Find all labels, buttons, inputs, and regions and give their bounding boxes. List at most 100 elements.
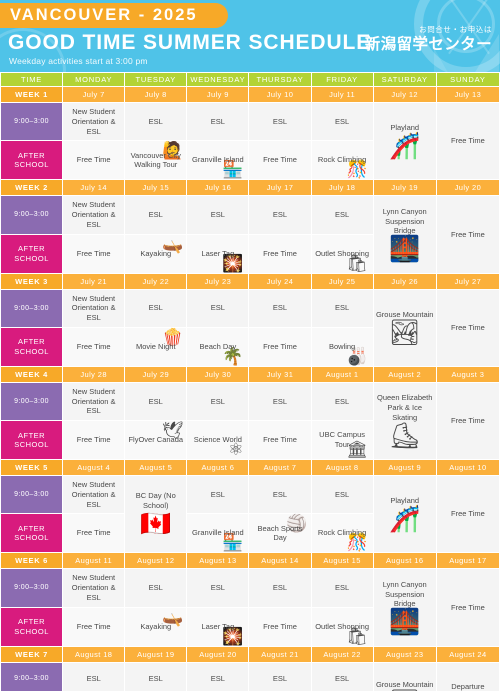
afterschool-cell: 🏪 Granville Island	[186, 513, 250, 554]
afterschool-activity-label: Free Time	[263, 155, 297, 165]
date-cell: August 14	[248, 552, 312, 570]
date-cell: July 20	[435, 179, 500, 197]
afterschool-cell: Free Time	[62, 606, 126, 647]
afterschool-activity-label: Laser Tag	[201, 248, 235, 258]
afterschool-cell: 🏪 Granville Island	[186, 140, 250, 181]
morning-activity-label: ESL	[335, 303, 350, 313]
morning-cell: ESL	[310, 288, 374, 328]
afterschool-cell: 🎊 Rock Climbing	[310, 140, 374, 181]
sunday-cell: Free Time	[435, 101, 500, 181]
date-cell: August 5	[124, 459, 188, 476]
week-label: WEEK 5	[0, 459, 64, 476]
morning-activity-label: ESL	[335, 116, 350, 126]
page-title: GOOD TIME SUMMER SCHEDULE	[8, 31, 372, 54]
afterschool-activity-label: Free Time	[263, 341, 297, 351]
week-band-row: WEEK 4 July 28 July 29 July 30 July 31 August…	[0, 365, 500, 383]
week-band-row: WEEK 2 July 14 July 15 July 16 July 17 July 1…	[0, 179, 500, 197]
afterschool-cell: 🎊 Rock Climbing	[310, 513, 374, 554]
morning-cell: ESL	[310, 101, 374, 142]
page-banner: VANCOUVER - 2025 GOOD TIME SUMMER SCHEDU…	[0, 0, 500, 72]
date-cell: July 31	[248, 365, 312, 383]
morning-activity-label: ESL	[210, 583, 225, 592]
afterschool-cell: Free Time	[62, 513, 126, 554]
week-band-row: WEEK 1 July 7 July 8 July 9 July 10 July 11 Ju…	[0, 86, 500, 103]
date-cell: August 8	[310, 459, 374, 476]
afterschool-activity-label: Laser Tag	[201, 621, 235, 631]
date-cell: July 15	[124, 179, 188, 197]
morning-cell: ESL	[124, 661, 188, 691]
morning-activity-label: ESL	[210, 673, 225, 683]
afterschool-cell: ⚛ Science World	[186, 420, 250, 460]
holiday-cell: BC Day (No School) 🇨🇦	[124, 474, 188, 554]
time-label-afterschool: AFTER SCHOOL	[0, 326, 64, 367]
morning-activity-label: ESL	[272, 489, 288, 499]
morning-activity-label: New Student Orientation & ESL	[71, 573, 116, 602]
day-header-row: TIME MONDAY TUESDAY WEDNESDAY THURSDAY FRIDAY…	[0, 72, 500, 87]
time-label-afterschool: AFTER SCHOOL	[0, 233, 64, 274]
date-cell: August 9	[372, 459, 437, 476]
date-cell: August 24	[435, 645, 500, 663]
sunday-activity-label: Free Time	[451, 322, 485, 332]
morning-cell: ESL	[186, 474, 250, 515]
saturday-activity-label: Grouse Mountain	[375, 680, 434, 690]
afterschool-activity-label: Kayaking	[140, 621, 172, 631]
date-cell: July 14	[62, 179, 126, 197]
morning-cell: ESL	[248, 568, 312, 608]
morning-activity-label: ESL	[86, 673, 101, 683]
saturday-cell: Grouse Mountain🏞	[372, 288, 437, 367]
afterschool-activity-label: Outlet Shopping	[315, 621, 369, 631]
sunday-cell: Free Time	[435, 288, 500, 367]
afterschool-cell: Free Time	[62, 233, 126, 274]
afterschool-cell: Free Time	[62, 140, 126, 181]
date-cell: July 16	[186, 179, 250, 197]
date-cell: July 9	[186, 86, 250, 103]
morning-activity-label: ESL	[335, 396, 350, 406]
date-cell: August 20	[186, 645, 250, 663]
morning-cell: ESL	[310, 474, 374, 515]
morning-activity-label: ESL	[210, 116, 225, 126]
morning-cell: ESL	[62, 661, 126, 691]
morning-row: 9:00–3:00 New Student Orientation & ESL ES…	[0, 101, 500, 181]
date-cell: August 7	[248, 459, 312, 476]
morning-cell: ESL	[248, 101, 312, 142]
afterschool-activity-label: Beach Day	[199, 341, 237, 351]
saturday-activity-label: Queen Elizabeth Park & Ice Skating	[376, 393, 433, 422]
date-cell: July 7	[62, 86, 126, 103]
week-band-row: WEEK 7 August 18 August 19 August 20 August …	[0, 645, 500, 663]
morning-activity-label: ESL	[335, 583, 350, 592]
activity-icon: 🌉	[389, 608, 421, 636]
date-cell: July 29	[124, 365, 188, 383]
morning-cell: New Student Orientation & ESL	[62, 195, 126, 235]
date-cell: July 21	[62, 272, 126, 290]
sunday-cell: Free Time	[435, 195, 500, 274]
date-cell: August 13	[186, 552, 250, 570]
date-cell: July 30	[186, 365, 250, 383]
activity-icon: 🏞	[388, 318, 421, 347]
logo-caption: お問合せ・お申込は	[419, 25, 492, 34]
morning-row: 9:00–3:00 New Student Orientation & ESL BC…	[0, 474, 500, 554]
morning-activity-label: ESL	[272, 210, 288, 219]
column-header-monday: MONDAY	[62, 72, 126, 87]
column-header-time: TIME	[0, 72, 64, 87]
date-cell: July 18	[310, 179, 374, 197]
morning-activity-label: ESL	[210, 489, 225, 499]
time-label-morning: 9:00–3:00	[0, 101, 64, 142]
morning-activity-label: ESL	[335, 673, 350, 683]
date-cell: August 4	[62, 459, 126, 476]
week-band-row: WEEK 3 July 21 July 22 July 23 July 24 July 2…	[0, 272, 500, 290]
afterschool-cell: Free Time	[248, 140, 312, 181]
time-label-afterschool: AFTER SCHOOL	[0, 420, 64, 460]
afterschool-activity-label: Free Time	[76, 248, 111, 258]
week-label: WEEK 4	[0, 365, 64, 383]
holiday-label: BC Day (No School)	[135, 491, 176, 511]
saturday-cell: Playland 🎢	[372, 101, 437, 181]
time-label-morning: 9:00–3:00	[0, 288, 64, 328]
afterschool-cell: 🛶 Kayaking	[124, 233, 188, 274]
morning-activity-label: ESL	[272, 583, 288, 592]
afterschool-cell: 🎳 Bowling	[310, 326, 374, 367]
morning-activity-label: ESL	[272, 303, 288, 313]
date-cell: August 18	[62, 645, 126, 663]
week-label: WEEK 2	[0, 179, 64, 197]
afterschool-cell: 🌴 Beach Day	[186, 326, 250, 367]
afterschool-activity-label: FlyOver Canada	[128, 435, 184, 445]
